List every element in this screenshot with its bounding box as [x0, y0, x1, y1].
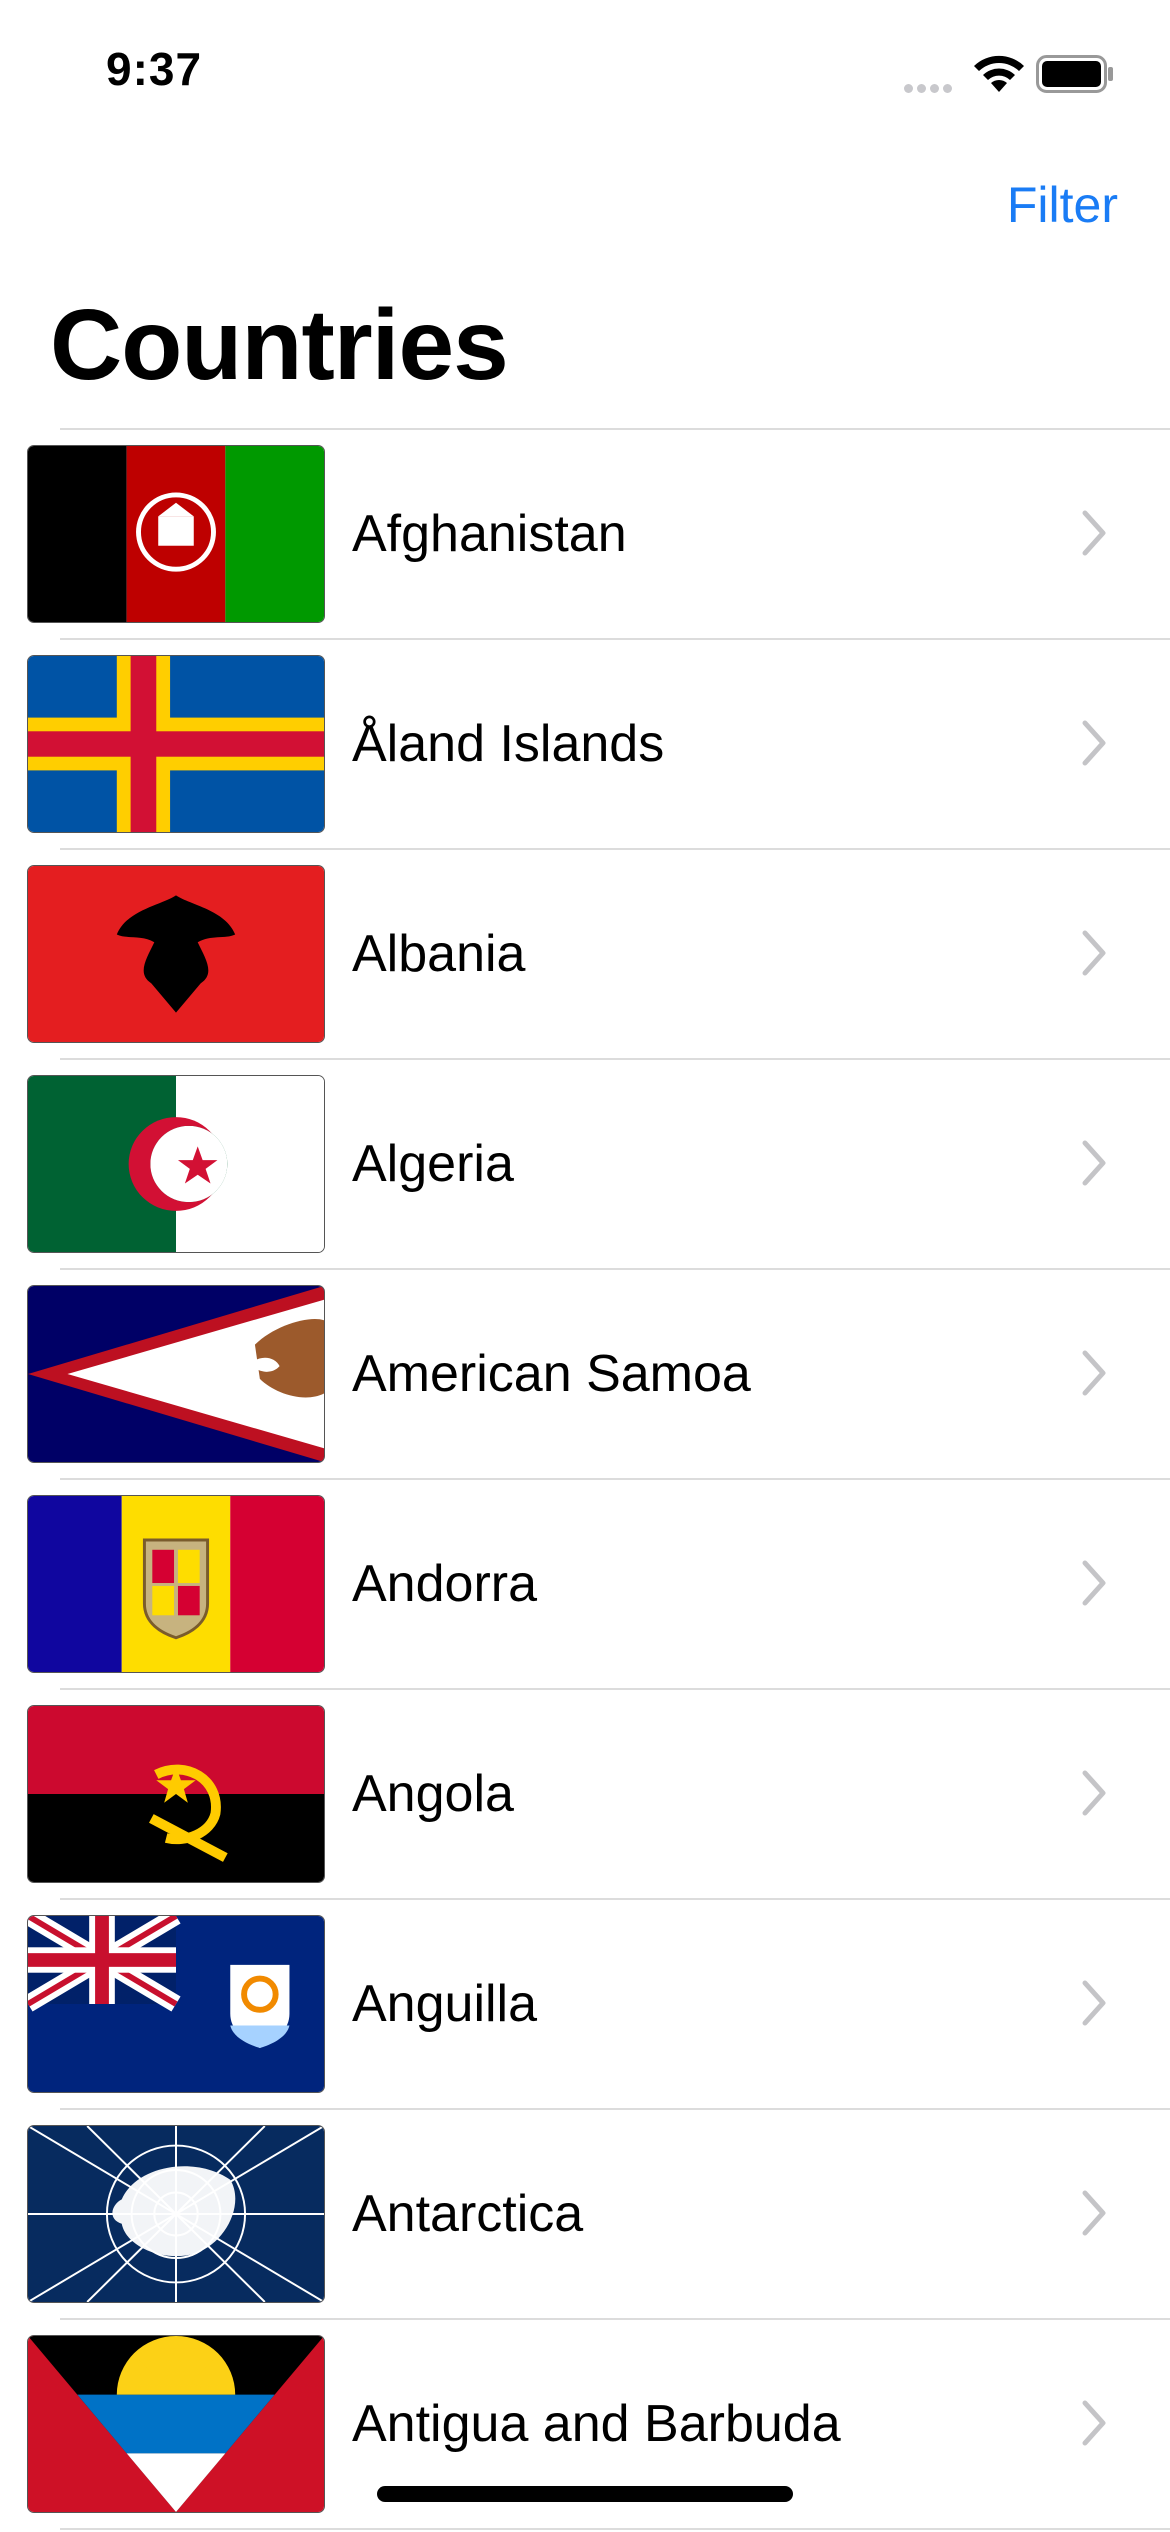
- country-row-american-samoa[interactable]: American Samoa: [0, 1270, 1170, 1478]
- country-row-angola[interactable]: Angola: [0, 1690, 1170, 1898]
- chevron-right-icon: [1082, 1770, 1106, 1816]
- chevron-right-icon: [1082, 510, 1106, 556]
- page-title: Countries: [50, 289, 509, 401]
- country-row-anguilla[interactable]: Anguilla: [0, 1900, 1170, 2108]
- andorra-flag-icon: [27, 1495, 325, 1673]
- filter-button[interactable]: Filter: [1007, 176, 1118, 234]
- cellular-signal-icon: [904, 80, 956, 98]
- antigua-and-barbuda-flag-icon: [27, 2335, 325, 2513]
- country-name: Afghanistan: [352, 505, 627, 563]
- anguilla-flag-icon: [27, 1915, 325, 2093]
- country-name: Åland Islands: [352, 715, 665, 773]
- country-name: Antarctica: [352, 2185, 584, 2243]
- country-row-antarctica[interactable]: Antarctica: [0, 2110, 1170, 2318]
- country-name: Albania: [352, 925, 526, 983]
- country-row-afghanistan[interactable]: Afghanistan: [0, 430, 1170, 638]
- country-row-andorra[interactable]: Andorra: [0, 1480, 1170, 1688]
- chevron-right-icon: [1082, 1140, 1106, 1186]
- chevron-right-icon: [1082, 1560, 1106, 1606]
- status-time: 9:37: [106, 43, 203, 95]
- chevron-right-icon: [1082, 2400, 1106, 2446]
- wifi-icon: [974, 55, 1024, 92]
- afghanistan-flag-icon: [27, 445, 325, 623]
- aland-islands-flag-icon: [27, 655, 325, 833]
- american-samoa-flag-icon: [27, 1285, 325, 1463]
- chevron-right-icon: [1082, 1350, 1106, 1396]
- country-name: Anguilla: [352, 1975, 538, 2033]
- list-separator: [60, 2528, 1170, 2530]
- antarctica-flag-icon: [27, 2125, 325, 2303]
- albania-flag-icon: [27, 865, 325, 1043]
- chevron-right-icon: [1082, 930, 1106, 976]
- countries-list: Afghanistan Åland Islands Albania Algeri…: [0, 428, 1170, 2530]
- chevron-right-icon: [1082, 720, 1106, 766]
- country-row-algeria[interactable]: Algeria: [0, 1060, 1170, 1268]
- country-row-albania[interactable]: Albania: [0, 850, 1170, 1058]
- home-indicator[interactable]: [377, 2486, 793, 2502]
- battery-icon: [1036, 55, 1113, 93]
- country-name: American Samoa: [352, 1345, 751, 1403]
- country-name: Angola: [352, 1765, 514, 1823]
- country-name: Algeria: [352, 1135, 514, 1193]
- algeria-flag-icon: [27, 1075, 325, 1253]
- country-row-aland-islands[interactable]: Åland Islands: [0, 640, 1170, 848]
- chevron-right-icon: [1082, 1980, 1106, 2026]
- status-bar: 9:37: [0, 0, 1170, 140]
- chevron-right-icon: [1082, 2190, 1106, 2236]
- country-name: Andorra: [352, 1555, 537, 1613]
- angola-flag-icon: [27, 1705, 325, 1883]
